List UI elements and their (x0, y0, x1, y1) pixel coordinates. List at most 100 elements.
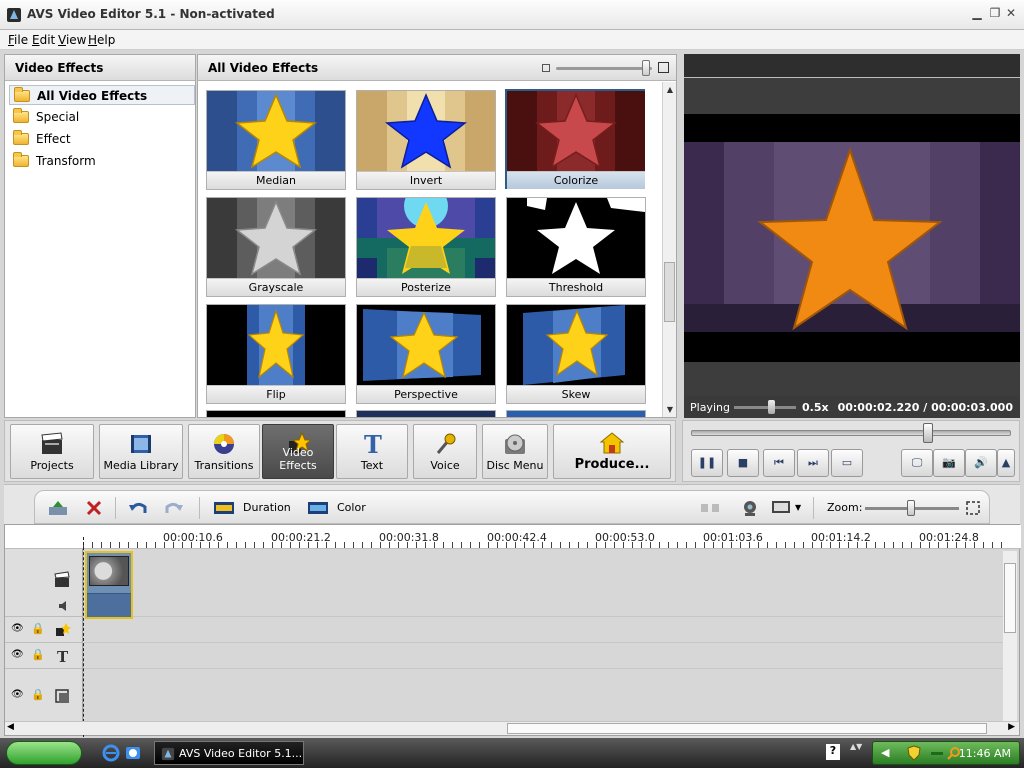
seek-handle[interactable] (923, 423, 933, 443)
effect-tile-partial[interactable] (206, 410, 346, 417)
color-icon[interactable] (307, 499, 329, 517)
lock-icon[interactable]: 🔒 (31, 648, 45, 662)
start-button[interactable] (6, 741, 82, 765)
video-clip[interactable] (85, 551, 133, 619)
effect-tile-skew[interactable]: Skew (506, 304, 646, 404)
tray-expand-icon[interactable]: ▲▼ (850, 742, 862, 751)
duration-button[interactable]: Duration (243, 501, 291, 514)
visibility-eye-icon[interactable]: 👁 (11, 649, 25, 663)
preview-video[interactable] (684, 114, 1020, 362)
network-icon[interactable]: ◀ (881, 746, 895, 760)
timeline-hscroll-thumb[interactable] (507, 723, 987, 734)
effect-tile-partial[interactable] (506, 410, 646, 417)
desktop-shortcut-icon[interactable] (124, 744, 142, 762)
timeline-horizontal-scrollbar[interactable]: ◀ ▶ (5, 721, 1019, 735)
tab-disc-menu[interactable]: Disc Menu (482, 424, 548, 479)
taskbar-item-avs[interactable]: AVS Video Editor 5.1... (154, 741, 304, 765)
effect-tile-colorize[interactable]: Colorize (505, 89, 645, 189)
speed-slider[interactable] (734, 406, 796, 409)
playhead[interactable] (83, 537, 84, 737)
category-special[interactable]: Special (9, 107, 195, 127)
internet-explorer-icon[interactable] (102, 744, 120, 762)
timeline-zoom-handle[interactable] (907, 500, 915, 516)
effect-tile-invert[interactable]: Invert (356, 90, 496, 190)
thumbnail-large-icon[interactable] (658, 62, 669, 73)
effects-scrollbar[interactable]: ▲ ▼ (662, 82, 676, 417)
webcam-record-icon[interactable] (739, 499, 761, 517)
text-track-lane[interactable] (84, 643, 1004, 669)
volume-button[interactable]: 🔊 (965, 449, 997, 477)
pause-button[interactable]: ❚❚ (691, 449, 723, 477)
category-all-video-effects[interactable]: All Video Effects (9, 85, 195, 105)
video-track-lane[interactable] (84, 549, 1004, 617)
duration-icon[interactable] (213, 499, 235, 517)
restore-button[interactable]: ❐ (988, 6, 1002, 20)
tab-voice[interactable]: Voice (413, 424, 477, 479)
visibility-eye-icon[interactable]: 👁 (11, 689, 25, 703)
tab-produce[interactable]: Produce... (553, 424, 671, 479)
category-effect[interactable]: Effect (9, 129, 195, 149)
thumbnail-size-handle[interactable] (642, 60, 650, 76)
minimize-button[interactable]: ▁ (970, 6, 984, 20)
scroll-right-arrow-icon[interactable]: ▶ (1008, 722, 1015, 732)
previous-button[interactable]: ⏮ (763, 449, 795, 477)
effect-tile-flip[interactable]: Flip (206, 304, 346, 404)
monitor-button[interactable]: 🖵 (901, 449, 933, 477)
screen-view-icon[interactable] (771, 499, 793, 517)
tab-video-effects[interactable]: Video Effects (262, 424, 334, 479)
effect-tile-partial[interactable] (356, 410, 496, 417)
tab-projects[interactable]: Projects (10, 424, 94, 479)
scroll-down-arrow-icon[interactable]: ▼ (665, 404, 675, 416)
scroll-left-arrow-icon[interactable]: ◀ (7, 722, 14, 732)
tab-text[interactable]: T Text (336, 424, 408, 479)
lock-icon[interactable]: 🔒 (31, 622, 45, 636)
tray-divider-icon (931, 752, 943, 755)
redo-icon[interactable] (163, 499, 185, 517)
timeline-vertical-scrollbar[interactable] (1003, 551, 1017, 721)
more-button[interactable]: ▲ (997, 449, 1015, 477)
delete-icon[interactable] (83, 499, 105, 517)
tab-media-library[interactable]: Media Library (99, 424, 183, 479)
split-icon[interactable] (699, 499, 721, 517)
folder-icon (13, 108, 29, 123)
effects-track-lane[interactable] (84, 617, 1004, 643)
seek-bar[interactable] (691, 430, 1011, 436)
stop-button[interactable]: ■ (727, 449, 759, 477)
security-shield-icon[interactable] (907, 745, 921, 761)
fit-to-window-icon[interactable] (965, 499, 981, 517)
menu-file[interactable]: File (8, 33, 28, 47)
snapshot-button[interactable]: 📷 (933, 449, 965, 477)
grayscale-star-icon (207, 198, 345, 278)
help-icon[interactable]: ? (826, 744, 840, 760)
timeline-vscroll-thumb[interactable] (1004, 563, 1016, 633)
fullscreen-button[interactable]: ▭ (831, 449, 863, 477)
effect-tile-grayscale[interactable]: Grayscale (206, 197, 346, 297)
effect-tile-posterize[interactable]: Posterize (356, 197, 496, 297)
preview-panel: Playing 0.5x 00:00:02.220 / 00:00:03.000 (684, 54, 1020, 418)
undo-icon[interactable] (127, 499, 149, 517)
scrollbar-thumb[interactable] (664, 262, 675, 322)
effect-tile-median[interactable]: Median (206, 90, 346, 190)
menu-help[interactable]: Help (88, 33, 115, 47)
dropdown-arrow-icon[interactable]: ▼ (795, 503, 801, 512)
speaker-icon[interactable] (57, 599, 71, 613)
thumbnail-size-slider[interactable] (556, 67, 652, 70)
effect-label: Median (207, 171, 345, 189)
timeline-ruler[interactable]: 00:00:10.6 00:00:21.2 00:00:31.8 00:00:4… (5, 525, 1021, 549)
next-button[interactable]: ⏭ (797, 449, 829, 477)
menu-edit[interactable]: Edit (32, 33, 55, 47)
effect-tile-perspective[interactable]: Perspective (356, 304, 496, 404)
overlay-track-lane[interactable] (84, 669, 1004, 723)
lock-icon[interactable]: 🔒 (31, 688, 45, 702)
visibility-eye-icon[interactable]: 👁 (11, 623, 25, 637)
thumbnail-small-icon[interactable] (542, 64, 550, 72)
scroll-up-arrow-icon[interactable]: ▲ (665, 84, 675, 96)
speed-slider-handle[interactable] (768, 400, 775, 414)
color-button[interactable]: Color (337, 501, 366, 514)
effect-tile-threshold[interactable]: Threshold (506, 197, 646, 297)
add-to-timeline-icon[interactable] (47, 499, 69, 517)
tab-transitions[interactable]: Transitions (188, 424, 260, 479)
close-button[interactable]: ✕ (1004, 6, 1018, 20)
menu-view[interactable]: View (58, 33, 86, 47)
category-transform[interactable]: Transform (9, 151, 195, 171)
